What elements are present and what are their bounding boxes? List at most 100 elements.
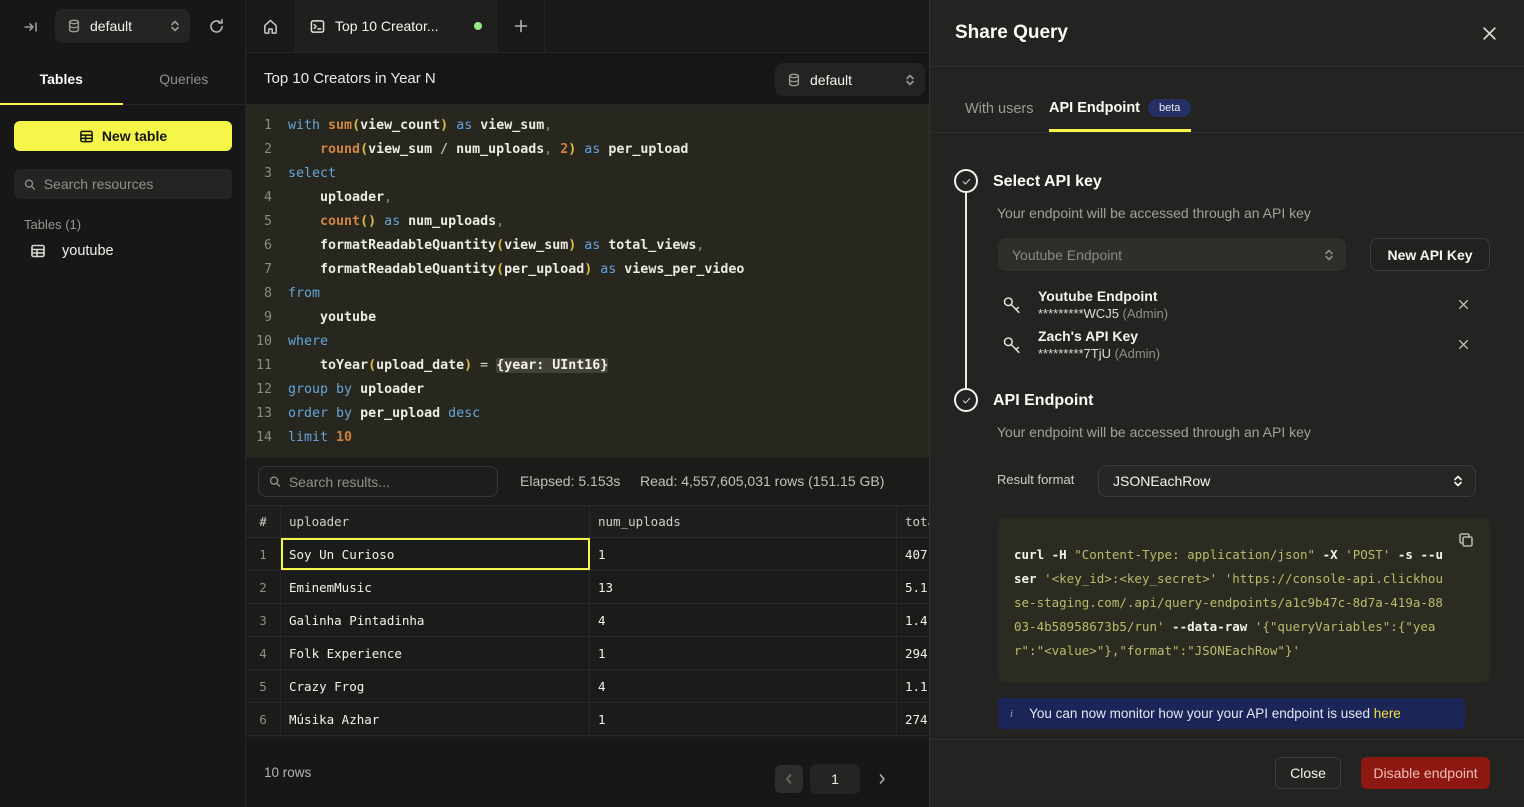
- cell-uploader[interactable]: EminemMusic: [281, 571, 590, 603]
- api-key-selector-value: Youtube Endpoint: [1012, 247, 1324, 263]
- database-selector-value: default: [90, 18, 161, 34]
- tab-api-endpoint[interactable]: API Endpoint beta: [1049, 86, 1191, 132]
- row-number[interactable]: 3: [246, 604, 281, 636]
- curl-command-text[interactable]: curl -H "Content-Type: application/json"…: [1014, 547, 1443, 658]
- resource-search-input[interactable]: [44, 176, 222, 192]
- pagination-next-button[interactable]: [868, 765, 896, 793]
- row-number[interactable]: 4: [246, 637, 281, 669]
- copy-icon: [1458, 532, 1474, 548]
- beta-badge: beta: [1148, 99, 1191, 117]
- new-api-key-button[interactable]: New API Key: [1370, 238, 1490, 271]
- result-format-label: Result format: [997, 472, 1074, 487]
- cell-num-uploads[interactable]: 1: [590, 703, 897, 735]
- new-tab-button[interactable]: [497, 0, 545, 52]
- panel-title: Share Query: [955, 22, 1068, 44]
- cell-num-uploads[interactable]: 4: [590, 604, 897, 636]
- sidebar-tab-queries[interactable]: Queries: [123, 53, 246, 104]
- tab-with-users-label: With users: [965, 101, 1034, 117]
- row-number[interactable]: 2: [246, 571, 281, 603]
- row-number[interactable]: 5: [246, 670, 281, 702]
- result-format-value: JSONEachRow: [1113, 473, 1453, 489]
- collapse-sidebar-button[interactable]: [20, 16, 42, 38]
- cell-uploader[interactable]: Músika Azhar: [281, 703, 590, 735]
- query-title: Top 10 Creators in Year N: [264, 70, 436, 87]
- terminal-icon: [310, 19, 325, 34]
- results-search-input[interactable]: [289, 474, 487, 490]
- new-table-label: New table: [102, 128, 167, 144]
- collapse-arrow-icon: [23, 19, 39, 35]
- tables-section-label: Tables (1): [24, 217, 81, 232]
- cell-num-uploads[interactable]: 1: [590, 538, 897, 570]
- search-icon: [24, 178, 36, 191]
- sidebar-tabs: Tables Queries: [0, 53, 245, 105]
- database-icon: [787, 73, 801, 87]
- api-key-masked: *********WCJ5 (Admin): [1038, 306, 1168, 321]
- api-key-item[interactable]: Zach's API Key*********7TjU (Admin): [998, 326, 1490, 366]
- query-database-selector[interactable]: default: [775, 63, 925, 96]
- sidebar-tab-queries-label: Queries: [159, 71, 208, 87]
- new-table-button[interactable]: New table: [14, 121, 232, 151]
- key-icon: [1001, 334, 1023, 356]
- row-count-label: 10 rows: [264, 765, 311, 780]
- banner-here-link[interactable]: here: [1374, 706, 1401, 721]
- cell-num-uploads[interactable]: 1: [590, 637, 897, 669]
- query-tab-title: Top 10 Creator...: [335, 18, 464, 34]
- sidebar-tab-tables-label: Tables: [40, 71, 83, 87]
- api-key-name: Youtube Endpoint: [1038, 288, 1158, 304]
- select-api-key-subtitle: Your endpoint will be accessed through a…: [997, 205, 1311, 221]
- copy-icon[interactable]: [1458, 532, 1476, 550]
- close-icon: [1458, 299, 1469, 310]
- close-button[interactable]: Close: [1275, 757, 1341, 789]
- sidebar: default Tables Queries New table Tables …: [0, 0, 246, 807]
- tab-with-users[interactable]: With users: [965, 86, 1034, 132]
- sidebar-item-youtube-table[interactable]: youtube: [14, 235, 232, 267]
- home-button[interactable]: [246, 0, 296, 52]
- read-stats: Read: 4,557,605,031 rows (151.15 GB): [640, 473, 884, 489]
- cell-uploader[interactable]: Folk Experience: [281, 637, 590, 669]
- tab-api-endpoint-label: API Endpoint: [1049, 100, 1140, 116]
- remove-key-icon[interactable]: [1454, 335, 1472, 353]
- cell-uploader[interactable]: Soy Un Curioso: [281, 538, 590, 570]
- chevrons-updown-icon: [170, 20, 180, 32]
- column-header-index: #: [246, 506, 281, 537]
- column-header-uploader[interactable]: uploader: [281, 506, 590, 537]
- table-name: youtube: [62, 243, 114, 259]
- query-tab[interactable]: Top 10 Creator...: [296, 0, 497, 52]
- key-icon: [1001, 294, 1023, 316]
- elapsed-time: Elapsed: 5.153s: [520, 473, 620, 489]
- api-key-item[interactable]: Youtube Endpoint *********WCJ5 (Admin): [998, 286, 1490, 326]
- panel-footer: Close Disable endpoint: [930, 739, 1524, 807]
- api-key-selector[interactable]: Youtube Endpoint: [998, 238, 1346, 271]
- chevrons-updown-icon: [1453, 475, 1463, 487]
- api-key-role: (Admin): [1115, 346, 1161, 361]
- sidebar-tab-tables[interactable]: Tables: [0, 53, 123, 104]
- plus-icon: [514, 19, 528, 33]
- banner-message: You can now monitor how your your API en…: [1029, 706, 1370, 721]
- remove-key-icon[interactable]: [1454, 295, 1472, 313]
- cell-uploader[interactable]: Galinha Pintadinha: [281, 604, 590, 636]
- refresh-button[interactable]: [205, 15, 227, 37]
- row-number[interactable]: 6: [246, 703, 281, 735]
- cell-num-uploads[interactable]: 4: [590, 670, 897, 702]
- chevrons-updown-icon: [1324, 249, 1334, 261]
- pagination-page-button[interactable]: 1: [810, 764, 860, 794]
- api-endpoint-heading: API Endpoint: [993, 392, 1093, 410]
- resource-search[interactable]: [14, 169, 232, 199]
- disable-endpoint-button[interactable]: Disable endpoint: [1361, 757, 1490, 789]
- panel-close-icon[interactable]: [1476, 20, 1502, 46]
- api-key-name: Zach's API Key: [1038, 328, 1138, 344]
- result-format-selector[interactable]: JSONEachRow: [1098, 465, 1476, 497]
- api-key-role: (Admin): [1123, 306, 1169, 321]
- row-number[interactable]: 1: [246, 538, 281, 570]
- results-search[interactable]: [258, 466, 498, 497]
- column-header-num-uploads[interactable]: num_uploads: [590, 506, 897, 537]
- select-api-key-heading: Select API key: [993, 173, 1102, 191]
- database-selector[interactable]: default: [55, 9, 190, 43]
- pagination-prev-button[interactable]: [775, 765, 803, 793]
- banner-text: You can now monitor how your your API en…: [1029, 706, 1401, 721]
- cell-uploader[interactable]: Crazy Frog: [281, 670, 590, 702]
- cell-num-uploads[interactable]: 13: [590, 571, 897, 603]
- chevron-right-icon: [877, 773, 887, 785]
- key-icon: [1001, 334, 1023, 356]
- panel-tabs: With users API Endpoint beta: [930, 67, 1524, 133]
